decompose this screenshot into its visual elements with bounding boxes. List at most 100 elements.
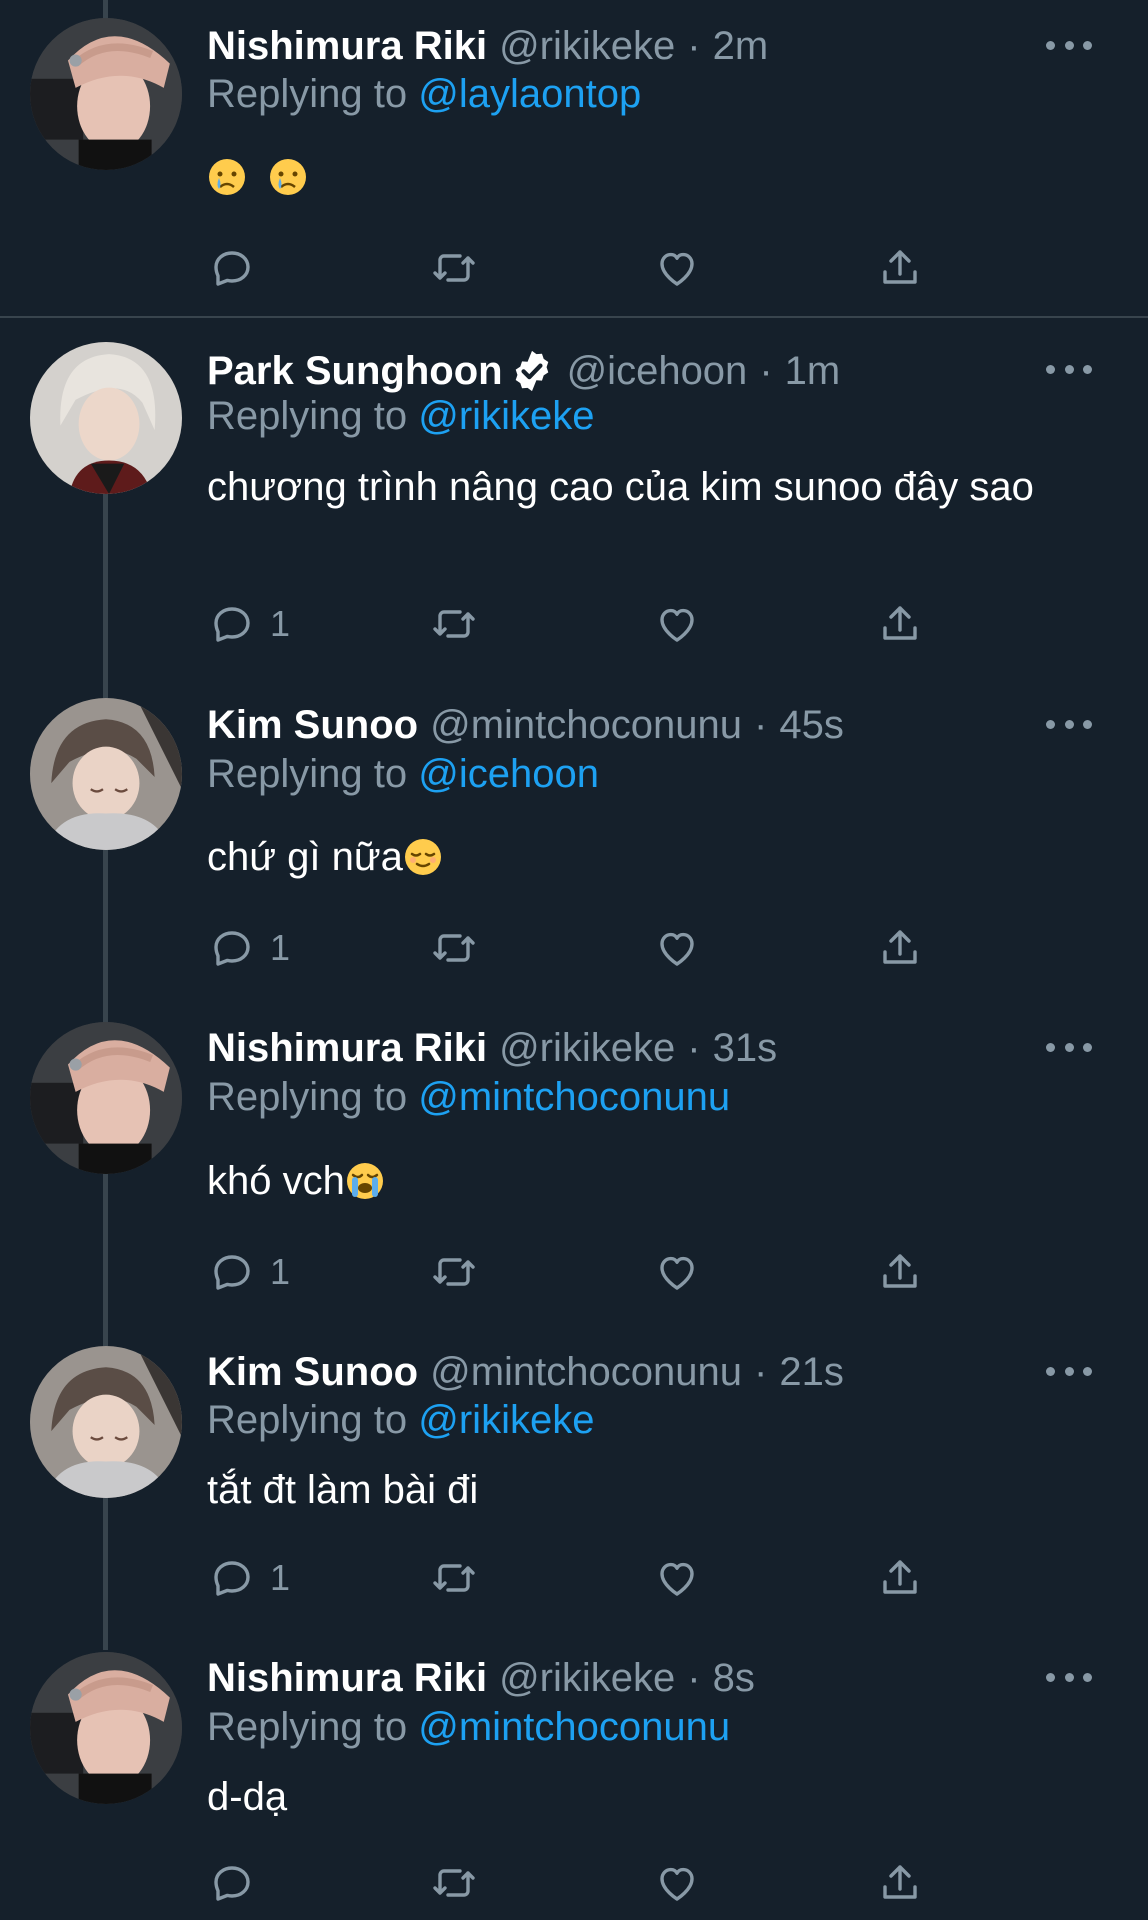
avatar[interactable] — [30, 1022, 182, 1174]
tweet-header: Nishimura Riki @rikikeke · 8s — [207, 1652, 755, 1704]
avatar-sunoo-image — [30, 1346, 182, 1498]
like-icon — [660, 1256, 694, 1290]
display-name[interactable]: Nishimura Riki — [207, 1026, 487, 1071]
display-name[interactable]: Nishimura Riki — [207, 1656, 487, 1701]
avatar[interactable] — [30, 1652, 182, 1804]
retweet-icon — [433, 1869, 475, 1897]
timestamp[interactable]: 1m — [785, 349, 841, 394]
mention-link[interactable]: @icehoon — [418, 752, 599, 796]
mention-link[interactable]: @rikikeke — [418, 1398, 594, 1442]
replying-prefix: Replying to — [207, 72, 408, 116]
replying-prefix: Replying to — [207, 752, 408, 796]
share-icon — [883, 1865, 917, 1899]
avatar-riki-image — [30, 1022, 182, 1174]
reply-button[interactable]: 1 — [208, 596, 290, 652]
mention-link[interactable]: @laylaontop — [418, 72, 641, 116]
user-handle[interactable]: @rikikeke — [499, 24, 675, 69]
reply-button[interactable] — [208, 240, 270, 296]
avatar[interactable] — [30, 18, 182, 170]
user-handle[interactable]: @icehoon — [567, 349, 748, 394]
retweet-button[interactable] — [430, 1244, 478, 1300]
mention-link[interactable]: @rikikeke — [418, 394, 594, 438]
more-icon[interactable] — [1046, 1657, 1092, 1697]
avatar-sunoo-image — [30, 698, 182, 850]
relieved-face-emoji — [404, 839, 441, 875]
display-name[interactable]: Nishimura Riki — [207, 24, 487, 69]
retweet-button[interactable] — [430, 920, 478, 976]
reply-icon — [214, 251, 250, 286]
user-handle[interactable]: @mintchoconunu — [430, 703, 742, 748]
timestamp[interactable]: 45s — [779, 703, 844, 748]
tweet-actions — [0, 1855, 1148, 1911]
avatar[interactable] — [30, 698, 182, 850]
reply-icon — [214, 1255, 250, 1290]
tweet-header: Kim Sunoo @mintchoconunu · 45s — [207, 699, 844, 751]
reply-icon — [214, 931, 250, 966]
retweet-icon — [433, 254, 475, 282]
reply-button[interactable]: 1 — [208, 920, 290, 976]
mention-link[interactable]: @mintchoconunu — [418, 1075, 730, 1119]
replying-to: Replying to @icehoon — [207, 752, 599, 797]
more-icon[interactable] — [1046, 704, 1092, 744]
like-button[interactable] — [653, 240, 701, 296]
display-name[interactable]: Kim Sunoo — [207, 703, 418, 748]
tweet-header: Park Sunghoon @icehoon · 1m — [207, 345, 840, 397]
retweet-icon — [433, 610, 475, 638]
more-icon[interactable] — [1046, 25, 1092, 65]
replying-to: Replying to @mintchoconunu — [207, 1075, 730, 1120]
crying-face-emoji — [209, 159, 245, 195]
retweet-button[interactable] — [430, 240, 478, 296]
share-button[interactable] — [876, 1855, 924, 1911]
retweet-button[interactable] — [430, 596, 478, 652]
share-button[interactable] — [876, 920, 924, 976]
timestamp[interactable]: 2m — [713, 24, 769, 69]
replying-to: Replying to @laylaontop — [207, 72, 641, 117]
like-icon — [660, 608, 694, 642]
display-name[interactable]: Kim Sunoo — [207, 1350, 418, 1395]
avatar[interactable] — [30, 1346, 182, 1498]
share-button[interactable] — [876, 1244, 924, 1300]
separator-dot: · — [759, 348, 773, 393]
like-button[interactable] — [653, 1550, 701, 1606]
retweet-button[interactable] — [430, 1550, 478, 1606]
tweet-actions: 1 — [0, 596, 1148, 652]
tweet-actions — [0, 240, 1148, 296]
user-handle[interactable]: @rikikeke — [499, 1026, 675, 1071]
tweet-text-content: chứ gì nữa — [207, 835, 403, 879]
like-button[interactable] — [653, 920, 701, 976]
display-name[interactable]: Park Sunghoon — [207, 349, 503, 394]
mention-link[interactable]: @mintchoconunu — [418, 1705, 730, 1749]
user-handle[interactable]: @rikikeke — [499, 1656, 675, 1701]
reply-button[interactable] — [208, 1855, 270, 1911]
avatar-riki-image — [30, 1652, 182, 1804]
separator-dot: · — [687, 1025, 701, 1070]
timestamp[interactable]: 31s — [713, 1026, 778, 1071]
share-button[interactable] — [876, 240, 924, 296]
reply-count: 1 — [270, 1251, 291, 1292]
separator-dot: · — [754, 702, 768, 747]
more-icon[interactable] — [1046, 1027, 1092, 1067]
timestamp[interactable]: 8s — [713, 1656, 755, 1701]
user-handle[interactable]: @mintchoconunu — [430, 1350, 742, 1395]
reply-button[interactable]: 1 — [208, 1244, 290, 1300]
share-button[interactable] — [876, 1550, 924, 1606]
more-icon[interactable] — [1046, 349, 1092, 389]
replying-to: Replying to @mintchoconunu — [207, 1705, 730, 1750]
replying-prefix: Replying to — [207, 1398, 408, 1442]
verified-badge-icon — [515, 350, 548, 392]
like-icon — [660, 1562, 694, 1596]
replying-prefix: Replying to — [207, 394, 408, 438]
like-button[interactable] — [653, 596, 701, 652]
retweet-icon — [433, 1564, 475, 1592]
like-button[interactable] — [653, 1855, 701, 1911]
avatar[interactable] — [30, 342, 182, 494]
reply-icon — [214, 607, 250, 642]
share-button[interactable] — [876, 596, 924, 652]
share-icon — [883, 930, 917, 964]
more-icon[interactable] — [1046, 1351, 1092, 1391]
timestamp[interactable]: 21s — [779, 1350, 844, 1395]
reply-button[interactable]: 1 — [208, 1550, 290, 1606]
like-button[interactable] — [653, 1244, 701, 1300]
retweet-icon — [433, 1258, 475, 1286]
retweet-button[interactable] — [430, 1855, 478, 1911]
